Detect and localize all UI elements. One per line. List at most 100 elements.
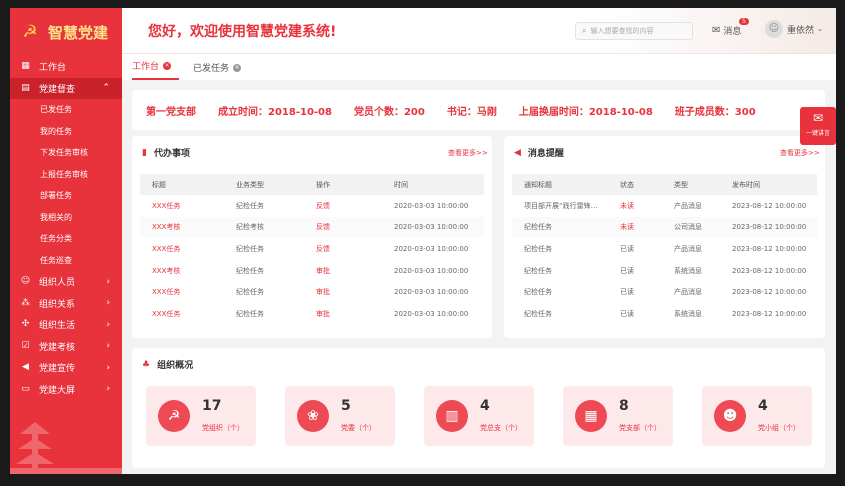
view-more-link[interactable]: 查看更多>> bbox=[780, 148, 820, 158]
app-window: ☭ 智慧党建 ▦ 工作台 ▤ 党建督查 ⌃ 已发任务 我的任务 下发任务审核 上… bbox=[10, 8, 836, 474]
one-click-suggest-button[interactable]: ✉ 一键讲言 bbox=[800, 107, 836, 145]
party-emblem-icon: ☭ bbox=[22, 22, 38, 42]
action-link[interactable]: 审批 bbox=[304, 303, 382, 325]
sidebar-subitem[interactable]: 任务巡查 bbox=[10, 250, 122, 272]
stat-card-party-org[interactable]: ☭ 17 党组织（个） bbox=[146, 386, 256, 446]
column-header: 状态 bbox=[608, 174, 662, 195]
branch-name: 第一党支部 bbox=[146, 106, 196, 118]
sidebar-item-propaganda[interactable]: ◀ 党建宣传 › bbox=[10, 357, 122, 379]
task-title-link[interactable]: XXX任务 bbox=[140, 303, 224, 325]
column-header: 业务类型 bbox=[224, 174, 304, 195]
table-row[interactable]: 纪检任务 已读 产品消息 2023-08-12 10:00:00 bbox=[512, 281, 817, 303]
stat-card-committee[interactable]: ❀ 5 党委（个） bbox=[285, 386, 395, 446]
table-row[interactable]: 纪检任务 已读 系统消息 2023-08-12 10:00:00 bbox=[512, 303, 817, 325]
table-cell: 系统消息 bbox=[674, 266, 702, 275]
notice-title[interactable]: 纪检任务 bbox=[512, 238, 608, 260]
action-link[interactable]: 反馈 bbox=[304, 195, 382, 217]
tab-sent-tasks[interactable]: 已发任务 × bbox=[193, 61, 249, 80]
notice-title[interactable]: 纪检任务 bbox=[512, 260, 608, 282]
table-row[interactable]: XXX任务 纪检任务 反馈 2020-03-03 10:00:00 bbox=[140, 195, 484, 217]
messages-label: 消息 bbox=[723, 27, 742, 37]
column-header: 发布时间 bbox=[720, 174, 817, 195]
table-cell: 系统消息 bbox=[674, 309, 702, 318]
sidebar-item-org-relation[interactable]: ⁂ 组织关系 › bbox=[10, 293, 122, 315]
app-title: 智慧党建 bbox=[48, 23, 109, 42]
task-title-link[interactable]: XXX考核 bbox=[140, 260, 224, 282]
stat-label: 党总支（个） bbox=[480, 424, 522, 432]
team-size: 班子成员数：300 bbox=[674, 106, 756, 118]
column-header: 通知标题 bbox=[512, 174, 608, 195]
life-icon: ✣ bbox=[21, 319, 30, 330]
user-name: 重依然 bbox=[787, 25, 815, 36]
chevron-right-icon: › bbox=[106, 384, 110, 395]
sidebar-subitem[interactable]: 我相关的 bbox=[10, 207, 122, 229]
user-menu[interactable]: ☺ 重依然 ⌄ bbox=[765, 20, 823, 38]
mail-icon: ✉ bbox=[812, 111, 824, 125]
sidebar-item-assessment[interactable]: ☑ 党建考核 › bbox=[10, 336, 122, 358]
notice-title[interactable]: 项目部开展“践行雷锋… bbox=[512, 195, 608, 217]
sidebar-item-label: 工作台 bbox=[39, 63, 67, 74]
search-input[interactable]: ⌕ 输入想要查找的内容 bbox=[575, 22, 693, 40]
todo-table: 标题 业务类型 操作 时间 XXX任务 纪检任务 反馈 2020-03-03 1… bbox=[140, 174, 484, 325]
tab-workbench[interactable]: 工作台 × bbox=[132, 59, 180, 80]
table-row[interactable]: XXX考核 纪检考核 反馈 2020-03-03 10:00:00 bbox=[140, 216, 484, 239]
sidebar-item-supervision[interactable]: ▤ 党建督查 ⌃ bbox=[10, 77, 122, 99]
close-icon[interactable]: × bbox=[233, 63, 242, 72]
table-row[interactable]: XXX考核 纪检任务 审批 2020-03-03 10:00:00 bbox=[140, 260, 484, 282]
action-link[interactable]: 审批 bbox=[304, 281, 382, 303]
search-placeholder: 输入想要查找的内容 bbox=[590, 27, 654, 35]
messages-button[interactable]: ✉ 消息 5 bbox=[712, 18, 749, 37]
view-more-link[interactable]: 查看更多>> bbox=[448, 148, 488, 158]
action-link[interactable]: 审批 bbox=[304, 260, 382, 282]
task-title-link[interactable]: XXX考核 bbox=[140, 216, 224, 239]
action-link[interactable]: 反馈 bbox=[304, 238, 382, 260]
sidebar-subitem[interactable]: 已发任务 bbox=[10, 99, 122, 121]
sidebar-subitem[interactable]: 我的任务 bbox=[10, 121, 122, 143]
message-count-badge: 5 bbox=[739, 18, 749, 25]
notice-title[interactable]: 纪检任务 bbox=[512, 216, 608, 239]
sidebar-subitem[interactable]: 上报任务审核 bbox=[10, 164, 122, 186]
table-row[interactable]: 纪检任务 已读 系统消息 2023-08-12 10:00:00 bbox=[512, 260, 817, 282]
table-row[interactable]: XXX任务 纪检任务 反馈 2020-03-03 10:00:00 bbox=[140, 238, 484, 260]
stat-card-general-branch[interactable]: ▥ 4 党总支（个） bbox=[424, 386, 534, 446]
todo-panel: ▮ 代办事项 查看更多>> 标题 业务类型 操作 时间 XXX任务 纪检任务 反… bbox=[132, 136, 492, 338]
stat-label: 党小组（个） bbox=[758, 424, 800, 432]
sidebar-subitem[interactable]: 下发任务审核 bbox=[10, 142, 122, 164]
relation-icon: ⁂ bbox=[21, 297, 30, 308]
stat-label: 党支部（个） bbox=[619, 424, 661, 432]
table-row[interactable]: XXX任务 纪检任务 审批 2020-03-03 10:00:00 bbox=[140, 303, 484, 325]
stat-card-branch[interactable]: ▦ 8 党支部（个） bbox=[563, 386, 673, 446]
table-row[interactable]: XXX任务 纪检任务 审批 2020-03-03 10:00:00 bbox=[140, 281, 484, 303]
table-cell: 2023-08-12 10:00:00 bbox=[732, 309, 807, 318]
status-read: 已读 bbox=[620, 244, 634, 253]
stat-card-group[interactable]: ☻ 4 党小组（个） bbox=[702, 386, 812, 446]
table-row[interactable]: 项目部开展“践行雷锋… 未读 产品消息 2023-08-12 10:00:00 bbox=[512, 195, 817, 217]
table-cell: 2020-03-03 10:00:00 bbox=[382, 216, 484, 239]
table-row[interactable]: 纪检任务 已读 产品消息 2023-08-12 10:00:00 bbox=[512, 238, 817, 260]
table-row[interactable]: 纪检任务 未读 公司消息 2023-08-12 10:00:00 bbox=[512, 216, 817, 239]
app-logo[interactable]: ☭ 智慧党建 bbox=[10, 8, 122, 56]
sidebar-subitem[interactable]: 部署任务 bbox=[10, 185, 122, 207]
notice-title[interactable]: 纪检任务 bbox=[512, 281, 608, 303]
table-cell: 产品消息 bbox=[674, 288, 702, 297]
document-icon: ▤ bbox=[21, 82, 30, 93]
task-title-link[interactable]: XXX任务 bbox=[140, 238, 224, 260]
search-icon: ⌕ bbox=[582, 26, 587, 35]
action-link[interactable]: 反馈 bbox=[304, 216, 382, 239]
sidebar-subitem[interactable]: 任务分类 bbox=[10, 228, 122, 250]
task-title-link[interactable]: XXX任务 bbox=[140, 195, 224, 217]
close-icon[interactable]: × bbox=[163, 61, 172, 70]
panel-header: ▮ 代办事项 bbox=[142, 146, 190, 160]
sidebar-item-workbench[interactable]: ▦ 工作台 bbox=[10, 56, 122, 78]
task-title-link[interactable]: XXX任务 bbox=[140, 281, 224, 303]
column-header: 类型 bbox=[662, 174, 720, 195]
table-cell: 2023-08-12 10:00:00 bbox=[732, 244, 807, 253]
notice-title[interactable]: 纪检任务 bbox=[512, 303, 608, 325]
sidebar-item-org-life[interactable]: ✣ 组织生活 › bbox=[10, 314, 122, 336]
sidebar-item-org-people[interactable]: ☺ 组织人员 › bbox=[10, 271, 122, 293]
table-cell: 2023-08-12 10:00:00 bbox=[720, 216, 817, 239]
pagoda-decoration bbox=[10, 422, 122, 474]
avatar: ☺ bbox=[765, 20, 783, 38]
sidebar-item-label: 组织人员 bbox=[39, 278, 76, 289]
sidebar-item-big-screen[interactable]: ▭ 党建大屏 › bbox=[10, 379, 122, 401]
